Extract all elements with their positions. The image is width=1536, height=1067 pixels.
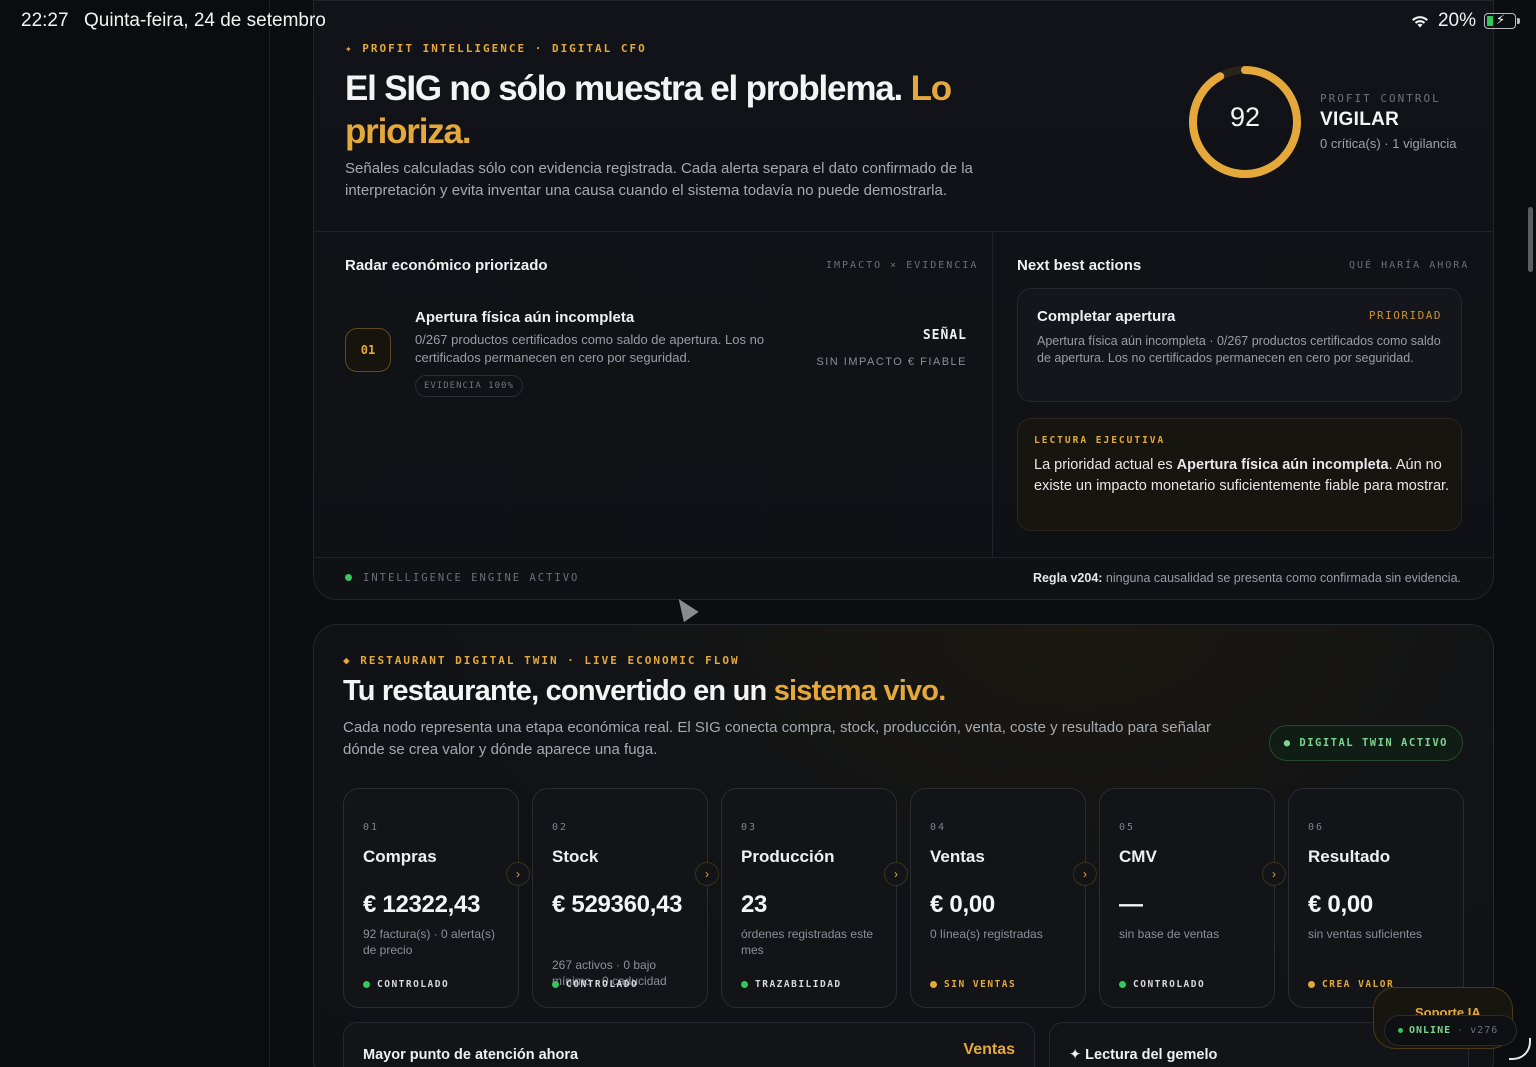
intel-kicker: ✦ PROFIT INTELLIGENCE · DIGITAL CFO — [345, 42, 647, 55]
profit-control-sub: 0 crítica(s) · 1 vigilancia — [1320, 136, 1457, 151]
status-date: Quinta-feira, 24 de setembro — [84, 10, 326, 31]
node-value: € 529360,43 — [552, 891, 683, 918]
node-value: 23 — [741, 891, 768, 918]
node-number: 01 — [363, 822, 380, 833]
twin-active-badge: ● DIGITAL TWIN ACTIVO — [1268, 725, 1463, 761]
profit-score-value: 92 — [1229, 102, 1261, 132]
nba-item-title: Completar apertura — [1037, 308, 1176, 325]
node-title: Producción — [741, 847, 835, 866]
intel-lead: Señales calculadas sólo con evidencia re… — [345, 160, 973, 199]
node-sub: órdenes registradas este mes — [741, 927, 874, 957]
node-sub: sin base de ventas — [1119, 927, 1220, 941]
chevron-right-icon: › — [695, 862, 719, 886]
attention-title: Mayor punto de atención ahora — [363, 1047, 579, 1063]
chevron-right-icon: › — [884, 862, 908, 886]
node-ventas[interactable]: 04 Ventas € 0,00 0 línea(s) registradas … — [910, 788, 1097, 1008]
chevron-right-icon: › — [1073, 862, 1097, 886]
twin-kicker: ◆ RESTAURANT DIGITAL TWIN · LIVE ECONOMI… — [343, 654, 740, 667]
nba-meta: QUÉ HARÍA AHORA — [1349, 260, 1470, 271]
twin-headline: Tu restaurante, convertido en un sistema… — [343, 675, 946, 707]
divider — [314, 557, 1493, 558]
node-status: CONTROLADO — [363, 979, 449, 990]
online-dot — [1398, 1028, 1403, 1033]
attention-value: Ventas — [963, 1041, 1015, 1058]
profit-control-status: VIGILAR — [1320, 109, 1400, 130]
node-status: TRAZABILIDAD — [741, 979, 842, 990]
chevron-right-icon: › — [506, 862, 530, 886]
node-value: € 12322,43 — [363, 891, 481, 918]
node-sub: 0 línea(s) registradas — [930, 927, 1043, 941]
nba-card[interactable]: Completar apertura PRIORIDAD Apertura fí… — [1017, 288, 1462, 402]
radar-signal: SEÑAL — [922, 328, 967, 343]
scrollbar[interactable] — [1528, 207, 1533, 272]
node-title: CMV — [1119, 847, 1157, 866]
node-stock[interactable]: 02 Stock € 529360,43 267 activos · 0 baj… — [532, 788, 719, 1008]
node-number: 05 — [1119, 822, 1136, 833]
resize-handle-icon[interactable] — [1509, 1038, 1531, 1060]
radar-meta: IMPACTO × EVIDENCIA — [826, 260, 979, 271]
twin-reading-title: ✦ Lectura del gemelo — [1069, 1047, 1218, 1063]
twin-lead: Cada nodo representa una etapa económica… — [343, 719, 1212, 758]
divider — [314, 231, 1493, 232]
node-title: Ventas — [930, 847, 985, 866]
battery-icon: ⚡ — [1484, 12, 1520, 29]
nba-item-desc: Apertura física aún incompleta · 0/267 p… — [1037, 334, 1441, 365]
radar-item-desc: 0/267 productos certificados como saldo … — [415, 332, 765, 365]
exec-text: La prioridad actual es Apertura física a… — [1034, 457, 1450, 494]
node-status: SIN VENTAS — [930, 979, 1016, 990]
digital-twin-card: ◆ RESTAURANT DIGITAL TWIN · LIVE ECONOMI… — [313, 624, 1494, 1067]
node-title: Compras — [363, 847, 437, 866]
attention-card[interactable]: Mayor punto de atención ahora Ventas — [343, 1022, 1035, 1067]
exec-kicker: LECTURA EJECUTIVA — [1034, 435, 1166, 446]
node-value: € 0,00 — [1308, 891, 1373, 918]
status-bar: 22:27 Quinta-feira, 24 de setembro 20% ⚡ — [0, 0, 1536, 42]
profit-control-label: PROFIT CONTROL — [1320, 92, 1441, 105]
status-time: 22:27 — [21, 10, 69, 31]
online-label: ONLINE — [1409, 1025, 1452, 1036]
status-right: 20% ⚡ — [1410, 10, 1520, 32]
twin-node-row: 01 Compras € 12322,43 92 factura(s) · 0 … — [343, 788, 1465, 1008]
node-title: Resultado — [1308, 847, 1391, 866]
node-cmv[interactable]: 05 CMV — sin base de ventas CONTROLADO › — [1099, 788, 1286, 1008]
engine-status-dot — [345, 574, 352, 581]
left-sidebar — [0, 0, 270, 1067]
wifi-icon — [1411, 16, 1428, 28]
radar-impact: SIN IMPACTO € FIABLE — [816, 356, 967, 368]
divider — [992, 232, 993, 557]
radar-title: Radar económico priorizado — [345, 257, 548, 274]
node-value: — — [1119, 891, 1143, 918]
evidence-pill: EVIDENCIA 100% — [415, 375, 523, 397]
executive-reading-card: LECTURA EJECUTIVA La prioridad actual es… — [1017, 418, 1462, 531]
intel-headline: El SIG no sólo muestra el problema. Lo p… — [345, 67, 1045, 153]
node-sub: 92 factura(s) · 0 alerta(s) de precio — [363, 927, 496, 957]
nba-title: Next best actions — [1017, 257, 1142, 274]
radar-rank-badge: 01 — [345, 328, 391, 372]
node-compras[interactable]: 01 Compras € 12322,43 92 factura(s) · 0 … — [343, 788, 530, 1008]
node-resultado[interactable]: 06 Resultado € 0,00 sin ventas suficient… — [1288, 788, 1464, 1008]
node-number: 04 — [930, 822, 947, 833]
chevron-right-icon: › — [1262, 862, 1286, 886]
node-produccion[interactable]: 03 Producción 23 órdenes registradas est… — [721, 788, 908, 1008]
radar-item-title[interactable]: Apertura física aún incompleta — [415, 309, 634, 326]
node-status: CONTROLADO — [552, 979, 638, 990]
profit-score-ring: 92 — [1187, 64, 1303, 180]
engine-status: INTELLIGENCE ENGINE ACTIVO — [363, 572, 580, 584]
version-label: v276 — [1470, 1025, 1499, 1036]
node-status: CONTROLADO — [1119, 979, 1205, 990]
intel-headline-white: El SIG no sólo muestra el problema. — [345, 69, 903, 108]
node-number: 02 — [552, 822, 569, 833]
node-value: € 0,00 — [930, 891, 995, 918]
online-indicator: ONLINE · v276 — [1384, 1015, 1517, 1046]
battery-percent: 20% — [1437, 10, 1476, 31]
nba-priority: PRIORIDAD — [1368, 309, 1442, 322]
profit-intelligence-card: ✦ PROFIT INTELLIGENCE · DIGITAL CFO El S… — [313, 0, 1494, 600]
node-status: CREA VALOR — [1308, 979, 1394, 990]
node-number: 03 — [741, 822, 758, 833]
node-title: Stock — [552, 847, 599, 866]
node-sub: sin ventas suficientes — [1308, 927, 1423, 941]
rule-note: Regla v204: ninguna causalidad se presen… — [1032, 571, 1461, 585]
node-number: 06 — [1308, 822, 1325, 833]
